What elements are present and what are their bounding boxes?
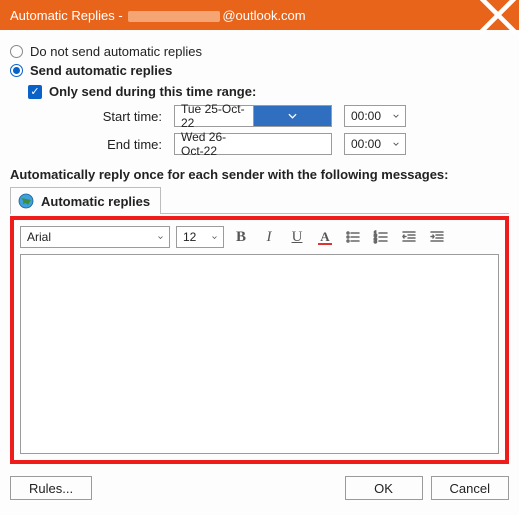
radio-send-automatic[interactable]: Send automatic replies	[10, 63, 509, 78]
message-editor[interactable]	[20, 254, 499, 454]
numbered-list-button[interactable]: 123	[370, 226, 392, 248]
account-name-redacted	[128, 11, 220, 22]
dialog-footer: Rules... OK Cancel	[0, 470, 519, 510]
font-size-value: 12	[177, 227, 206, 247]
tab-automatic-replies[interactable]: Automatic replies	[10, 187, 161, 214]
svg-text:3: 3	[374, 239, 377, 245]
ok-label: OK	[374, 481, 393, 496]
checkbox-icon-checked: ✓	[28, 85, 42, 99]
message-textarea[interactable]	[21, 255, 498, 453]
title-prefix: Automatic Replies -	[10, 8, 126, 23]
radio-do-not-send[interactable]: Do not send automatic replies	[10, 44, 509, 59]
title-bar: Automatic Replies - @outlook.com	[0, 0, 519, 30]
radio-label: Do not send automatic replies	[30, 44, 202, 59]
editor-highlight-frame: Arial 12 B I U A 123	[10, 216, 509, 464]
rules-button[interactable]: Rules...	[10, 476, 92, 500]
dropdown-icon[interactable]	[387, 106, 405, 126]
dropdown-icon[interactable]	[206, 227, 223, 247]
checkbox-only-range[interactable]: ✓ Only send during this time range:	[28, 84, 509, 99]
globe-icon	[17, 192, 35, 210]
end-date-combo[interactable]: Wed 26-Oct-22	[174, 133, 332, 155]
start-time-combo[interactable]: 00:00	[344, 105, 406, 127]
dropdown-icon[interactable]	[387, 134, 405, 154]
dropdown-icon[interactable]	[253, 134, 331, 154]
rules-label: Rules...	[29, 481, 73, 496]
outdent-button[interactable]	[398, 226, 420, 248]
close-button[interactable]	[477, 0, 519, 30]
close-icon	[477, 0, 519, 36]
font-size-combo[interactable]: 12	[176, 226, 224, 248]
font-color-button[interactable]: A	[314, 226, 336, 248]
end-time-label: End time:	[62, 137, 162, 152]
radio-icon-selected	[10, 64, 23, 77]
indent-button[interactable]	[426, 226, 448, 248]
radio-icon	[10, 45, 23, 58]
dropdown-icon[interactable]	[152, 227, 169, 247]
end-date-value: Wed 26-Oct-22	[175, 134, 253, 154]
underline-button[interactable]: U	[286, 226, 308, 248]
start-time-value: 00:00	[345, 106, 387, 126]
start-time-label: Start time:	[62, 109, 162, 124]
cancel-button[interactable]: Cancel	[431, 476, 509, 500]
end-time-combo[interactable]: 00:00	[344, 133, 406, 155]
window-title: Automatic Replies - @outlook.com	[10, 8, 306, 23]
tab-strip: Automatic replies	[10, 186, 509, 214]
ok-button[interactable]: OK	[345, 476, 423, 500]
start-date-value: Tue 25-Oct-22	[175, 106, 253, 126]
bullet-list-button[interactable]	[342, 226, 364, 248]
italic-button[interactable]: I	[258, 226, 280, 248]
bold-button[interactable]: B	[230, 226, 252, 248]
checkbox-label: Only send during this time range:	[49, 84, 256, 99]
cancel-label: Cancel	[450, 481, 490, 496]
dropdown-icon[interactable]	[253, 106, 332, 126]
tab-label: Automatic replies	[41, 194, 150, 209]
title-suffix: @outlook.com	[222, 8, 305, 23]
font-name-value: Arial	[21, 227, 152, 247]
dialog-body: Do not send automatic replies Send autom…	[0, 30, 519, 470]
font-name-combo[interactable]: Arial	[20, 226, 170, 248]
end-time-value: 00:00	[345, 134, 387, 154]
radio-label: Send automatic replies	[30, 63, 172, 78]
message-heading: Automatically reply once for each sender…	[10, 167, 509, 182]
start-date-combo[interactable]: Tue 25-Oct-22	[174, 105, 332, 127]
editor-toolbar: Arial 12 B I U A 123	[20, 226, 499, 248]
